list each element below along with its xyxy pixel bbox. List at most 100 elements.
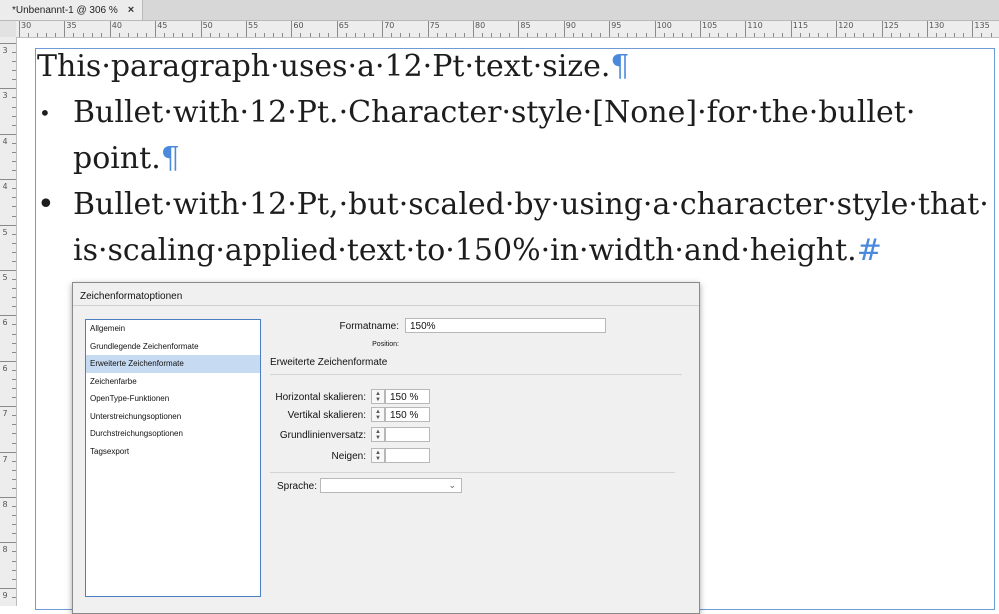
- ruler-tick: [255, 33, 256, 37]
- bullet1-line2: point.¶: [73, 136, 977, 182]
- ruler-tick: [845, 33, 846, 37]
- ruler-tick: [900, 33, 901, 37]
- category-list[interactable]: AllgemeinGrundlegende ZeichenformateErwe…: [85, 319, 261, 597]
- ruler-label: 90: [566, 21, 576, 30]
- ruler-tick: [609, 21, 610, 37]
- horizontal-scale-field[interactable]: 150 %: [385, 389, 430, 404]
- ruler-tick: [12, 97, 16, 98]
- ruler-tick: [128, 33, 129, 37]
- ruler-tick: [409, 33, 410, 37]
- category-item[interactable]: Erweiterte Zeichenformate: [86, 355, 260, 373]
- ruler-tick: [936, 33, 937, 37]
- category-item[interactable]: Grundlegende Zeichenformate: [86, 338, 260, 356]
- ruler-tick: [264, 33, 265, 37]
- ruler-tick: [337, 21, 338, 37]
- ruler-tick: [636, 33, 637, 37]
- ruler-tick: [764, 33, 765, 37]
- category-item[interactable]: OpenType-Funktionen: [86, 390, 260, 408]
- ruler-tick: [310, 33, 311, 37]
- ruler-tick: [110, 21, 111, 37]
- ruler-tick: [12, 343, 16, 344]
- document-tab-bar: *Unbenannt-1 @ 306 % ×: [0, 0, 999, 21]
- ruler-tick: [555, 33, 556, 37]
- vertical-scale-stepper[interactable]: ▲▼: [371, 407, 385, 422]
- language-select[interactable]: ⌄: [320, 478, 462, 493]
- category-item[interactable]: Allgemein: [86, 320, 260, 338]
- ruler-tick: [972, 21, 973, 37]
- skew-field[interactable]: [385, 448, 430, 463]
- ruler-tick: [12, 597, 16, 598]
- ruler-label: 110: [747, 21, 762, 30]
- ruler-tick: [101, 33, 102, 37]
- ruler-label: 100: [657, 21, 672, 30]
- ruler-tick: [12, 370, 16, 371]
- ruler-tick: [0, 315, 16, 316]
- ruler-tick: [12, 388, 16, 389]
- ruler-label: 6: [1, 365, 9, 373]
- ruler-tick: [12, 479, 16, 480]
- ruler-tick: [12, 61, 16, 62]
- ruler-tick: [0, 88, 16, 89]
- ruler-tick: [12, 579, 16, 580]
- ruler-tick: [12, 334, 16, 335]
- horizontal-ruler[interactable]: 3035404550556065707580859095100105110115…: [16, 21, 999, 38]
- document-tab[interactable]: *Unbenannt-1 @ 306 % ×: [0, 0, 143, 20]
- ruler-tick: [173, 33, 174, 37]
- ruler-tick: [12, 524, 16, 525]
- formatname-field[interactable]: 150%: [405, 318, 606, 333]
- title-divider: [73, 305, 699, 306]
- vertical-ruler[interactable]: 3344556677889: [0, 37, 17, 606]
- category-item[interactable]: Zeichenfarbe: [86, 373, 260, 391]
- ruler-tick: [655, 21, 656, 37]
- ruler-tick: [736, 33, 737, 37]
- ruler-tick: [709, 33, 710, 37]
- ruler-tick: [210, 33, 211, 37]
- ruler-tick: [673, 33, 674, 37]
- ruler-label: 75: [430, 21, 440, 30]
- ruler-tick: [12, 470, 16, 471]
- category-item[interactable]: Durchstreichungsoptionen: [86, 425, 260, 443]
- ruler-tick: [12, 152, 16, 153]
- ruler-tick: [391, 33, 392, 37]
- ruler-tick: [282, 33, 283, 37]
- bullet2-line1: Bullet·with·12·Pt,·but·scaled·by·using·a…: [73, 182, 977, 228]
- ruler-tick: [319, 33, 320, 37]
- ruler-tick: [55, 33, 56, 37]
- ruler-label: 9: [1, 592, 9, 600]
- ruler-tick: [882, 21, 883, 37]
- baseline-shift-stepper[interactable]: ▲▼: [371, 427, 385, 442]
- ruler-label: 4: [1, 138, 9, 146]
- bullet-item-2: • Bullet·with·12·Pt,·but·scaled·by·using…: [37, 182, 977, 274]
- skew-stepper[interactable]: ▲▼: [371, 448, 385, 463]
- category-item[interactable]: Unterstreichungsoptionen: [86, 408, 260, 426]
- ruler-tick: [12, 352, 16, 353]
- ruler-tick: [464, 33, 465, 37]
- horizontal-scale-stepper[interactable]: ▲▼: [371, 389, 385, 404]
- language-label: Sprache:: [259, 481, 317, 492]
- ruler-tick: [219, 33, 220, 37]
- ruler-tick: [954, 33, 955, 37]
- vertical-scale-field[interactable]: 150 %: [385, 407, 430, 422]
- ruler-tick: [0, 542, 16, 543]
- ruler-tick: [800, 33, 801, 37]
- ruler-tick: [0, 43, 16, 44]
- ruler-origin[interactable]: [0, 21, 17, 38]
- ruler-tick: [573, 33, 574, 37]
- close-tab-icon[interactable]: ×: [128, 4, 134, 16]
- ruler-tick: [12, 461, 16, 462]
- baseline-shift-field[interactable]: [385, 427, 430, 442]
- text-content[interactable]: This·paragraph·uses·a·12·Pt·text·size.¶ …: [37, 44, 977, 274]
- ruler-tick: [500, 33, 501, 37]
- ruler-tick: [437, 33, 438, 37]
- ruler-tick: [12, 288, 16, 289]
- ruler-tick: [12, 252, 16, 253]
- pilcrow-mark: ¶: [161, 141, 180, 176]
- character-style-options-dialog: Zeichenformatoptionen AllgemeinGrundlege…: [72, 282, 700, 614]
- ruler-tick: [0, 452, 16, 453]
- ruler-tick: [137, 33, 138, 37]
- ruler-tick: [727, 33, 728, 37]
- ruler-tick: [582, 33, 583, 37]
- ruler-tick: [646, 33, 647, 37]
- ruler-tick: [12, 324, 16, 325]
- category-item[interactable]: Tagsexport: [86, 443, 260, 461]
